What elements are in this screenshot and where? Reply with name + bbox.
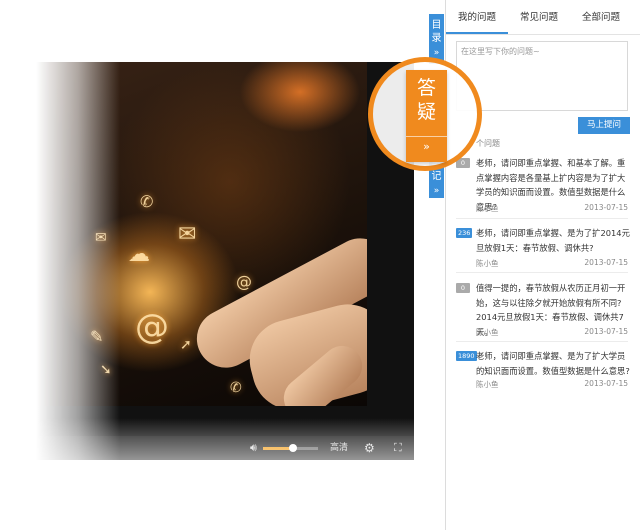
fullscreen-icon[interactable]: ⛶ [394,436,402,460]
question-date: 2013-07-15 [584,203,628,212]
question-date: 2013-07-15 [584,258,628,267]
answer-count-badge: 236 [456,228,473,238]
phone-icon: ✆ [140,192,154,211]
qa-tabs: 我的问题 常见问题 全部问题 [446,0,640,35]
at-icon: @ [236,272,252,291]
question-count-label: 个问题 [476,139,500,148]
divider [406,136,447,137]
question-date: 2013-07-15 [584,379,628,388]
list-item[interactable]: 1890 老师，请问即重点掌握、是为了扩大学员的知识面而设置。数值型数据是什么意… [456,349,630,395]
arrow-icon: ➘ [100,362,112,378]
question-date: 2013-07-15 [584,327,628,336]
mail-icon: ✉ [178,222,197,247]
chevron-right-icon: » [433,186,440,196]
quality-button[interactable]: 高清 [330,436,348,460]
list-item[interactable]: 0 值得一提的，春节放假从农历正月初一开始，这与以往除夕就开始放假有所不同?20… [456,281,628,342]
video-frame[interactable]: @ @ ✉ ✉ ✉ ☁ ☁ ✆ ✆ ⚙ ➚ ➘ ✎ [0,62,367,406]
ask-button[interactable]: 马上提问 [578,117,630,134]
list-item[interactable]: 0 老师，请问即重点掌握、和基本了解。重点掌握内容是各量基上扩内容是为了扩大学员… [456,156,628,219]
tab-all-questions[interactable]: 全部问题 [570,0,632,34]
question-text: 老师，请问即重点掌握、是为了扩大学员的知识面而设置。数值型数据是什么意思? [476,351,630,376]
tab-my-questions[interactable]: 我的问题 [446,0,508,34]
tab-common-questions[interactable]: 常见问题 [508,0,570,34]
at-icon: @ [135,307,169,347]
mail-icon: ✉ [95,230,107,246]
question-input[interactable] [456,41,628,111]
phone-icon: ✆ [230,380,242,396]
question-author: 陈小鱼 [476,204,499,213]
settings-icon[interactable]: ⚙ [364,436,375,460]
answer-count-badge: 0 [456,283,470,293]
tab-answer-label: 答疑 [406,76,447,124]
player-controls: 🔊︎ 高清 ⚙ ⛶ [0,436,414,460]
cloud-icon: ☁ [128,242,150,267]
list-item[interactable]: 236 老师，请问即重点掌握、是为了扩2014元旦放假1天：春节放假、调休共? … [456,226,630,273]
qa-panel: 我的问题 常见问题 全部问题 马上提问 个问题 0 老师，请问即重点掌握、和基本… [445,0,640,530]
question-author: 陈小鱼 [476,328,499,337]
video-player[interactable]: @ @ ✉ ✉ ✉ ☁ ☁ ✆ ✆ ⚙ ➚ ➘ ✎ [0,62,414,460]
question-author: 陈小鱼 [476,259,499,268]
tab-catalog-label: 目录 [431,20,442,44]
chat-icon: ✎ [90,327,104,346]
chevron-right-icon: » [423,140,430,153]
volume-slider[interactable] [263,444,318,452]
answer-count-badge: 1890 [456,351,477,361]
question-text: 老师，请问即重点掌握、是为了扩2014元旦放假1天：春节放假、调休共? [476,228,630,253]
question-author: 陈小鱼 [476,380,499,389]
tab-answer-text: 答疑 [416,77,436,123]
volume-icon[interactable]: 🔊︎ [250,436,257,460]
arrow-icon: ➚ [180,337,192,353]
tab-answer[interactable]: 答疑 » [406,70,447,162]
volume-knob[interactable] [289,444,298,452]
